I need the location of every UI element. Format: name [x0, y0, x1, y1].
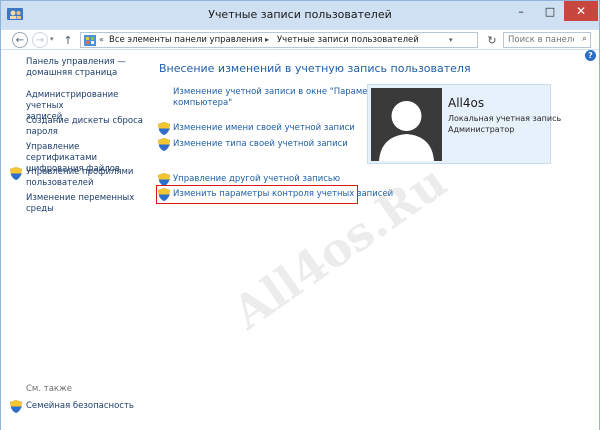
- window: Учетные записи пользователей – □ ✕ ← → ▾…: [0, 0, 600, 430]
- family-safety-icon: [10, 400, 22, 413]
- breadcrumb-all-control-panel-items[interactable]: Все элементы панели управления: [109, 35, 263, 45]
- search-box[interactable]: ⌕: [503, 32, 591, 48]
- account-type-label: Локальная учетная запись: [448, 114, 562, 123]
- maximize-icon: □: [544, 4, 556, 18]
- minimize-button[interactable]: –: [506, 1, 536, 21]
- maximize-button[interactable]: □: [536, 1, 564, 21]
- content-area: Панель управления — домашняя страница Ад…: [1, 50, 599, 430]
- minimize-icon: –: [518, 4, 524, 18]
- task-link-change-account-type[interactable]: Изменение типа своей учетной записи: [173, 139, 348, 150]
- refresh-button[interactable]: ↻: [483, 32, 501, 48]
- arrow-left-icon: ←: [15, 34, 25, 46]
- task-link-uac-settings[interactable]: Изменить параметры контроля учетных запи…: [173, 189, 393, 200]
- up-button[interactable]: ↑: [61, 32, 75, 48]
- left-pane: Панель управления — домашняя страница Ад…: [1, 50, 146, 430]
- arrow-right-icon: →: [35, 34, 45, 46]
- refresh-icon: ↻: [487, 33, 497, 47]
- arrow-up-icon: ↑: [63, 33, 73, 47]
- sidebar-item-control-panel-home[interactable]: Панель управления — домашняя страница: [26, 57, 144, 79]
- forward-button[interactable]: →: [32, 32, 48, 48]
- sidebar-item-environment-variables[interactable]: Изменение переменных среды: [26, 193, 144, 215]
- avatar[interactable]: [371, 88, 442, 161]
- sidebar-item-password-reset-disk[interactable]: Создание дискеты сброса пароля: [26, 116, 144, 138]
- page-title: Внесение изменений в учетную запись поль…: [159, 62, 471, 75]
- close-icon: ✕: [575, 4, 587, 18]
- uac-shield-icon: [158, 138, 170, 151]
- address-bar[interactable]: « Все элементы панели управления ▸ Учетн…: [80, 32, 478, 48]
- breadcrumb-overflow[interactable]: «: [99, 35, 104, 44]
- see-also-heading: См. также: [26, 384, 72, 394]
- control-panel-icon: [84, 35, 96, 46]
- user-tile: All4os Локальная учетная запись Админист…: [367, 84, 561, 164]
- search-input[interactable]: [504, 33, 574, 47]
- breadcrumb-user-accounts[interactable]: Учетные записи пользователей: [277, 35, 419, 45]
- uac-shield-icon: [158, 188, 170, 201]
- title-bar: Учетные записи пользователей – □ ✕: [1, 1, 599, 29]
- task-link-manage-another-account[interactable]: Управление другой учетной записью: [173, 174, 340, 185]
- account-role-label: Администратор: [448, 125, 515, 134]
- recent-locations-chevron-icon[interactable]: ▾: [50, 35, 54, 43]
- user-silhouette-icon: [379, 101, 434, 161]
- uac-shield-icon: [158, 122, 170, 135]
- help-icon: ?: [588, 51, 593, 60]
- navigation-bar: ← → ▾ ↑ « Все элементы панели управления…: [1, 29, 599, 49]
- address-history-chevron-icon[interactable]: ▾: [449, 36, 453, 44]
- help-button[interactable]: ?: [585, 50, 596, 61]
- user-name: All4os: [448, 96, 485, 110]
- task-link-change-in-pc-settings[interactable]: Изменение учетной записи в окне "Парамет…: [173, 87, 385, 109]
- sidebar-item-family-safety[interactable]: Семейная безопасность: [26, 401, 144, 412]
- uac-shield-icon: [10, 167, 22, 180]
- search-icon[interactable]: ⌕: [582, 34, 587, 44]
- sidebar-item-user-profiles[interactable]: Управление профилями пользователей: [26, 167, 144, 189]
- close-button[interactable]: ✕: [564, 1, 598, 21]
- breadcrumb-separator-icon[interactable]: ▸: [265, 35, 269, 44]
- task-link-change-account-name[interactable]: Изменение имени своей учетной записи: [173, 123, 355, 134]
- back-button[interactable]: ←: [12, 32, 28, 48]
